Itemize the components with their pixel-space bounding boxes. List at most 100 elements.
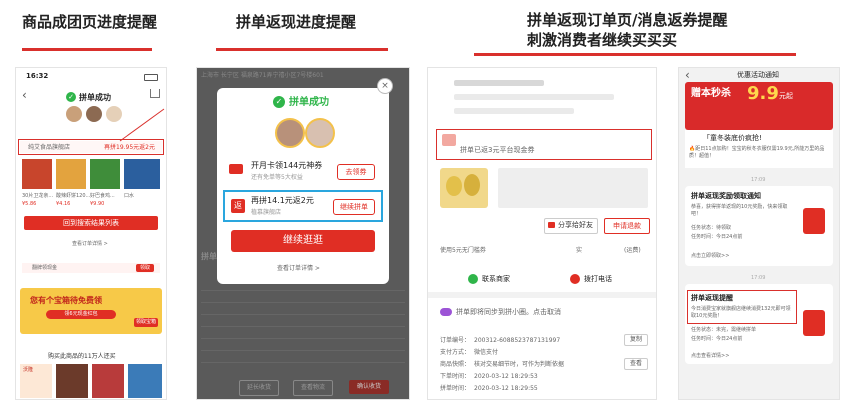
bottom-product-2[interactable] <box>56 364 88 398</box>
success-popup <box>217 88 389 284</box>
status-time: 16:32 <box>26 72 49 80</box>
caption-1: 商品成团页进度提醒 <box>22 13 158 31</box>
copy-button[interactable]: 复制 <box>624 334 648 346</box>
pear-2 <box>464 174 480 196</box>
value-pay: 微信支付 <box>474 349 499 356</box>
caption-3-line1: 拼单返现订单页/消息返券提醒 <box>527 11 728 29</box>
blurred-header-3 <box>454 108 574 114</box>
card1-link[interactable]: 点击立即领取>> <box>691 252 729 261</box>
card1-title: 开月卡领144元神券 <box>251 161 323 170</box>
popup-status: 拼单成功 <box>289 97 329 108</box>
label-order-no: 订单编号： <box>440 337 471 344</box>
card1-sub: 还有免单等5大权益 <box>251 174 303 181</box>
caption-3-rule <box>474 53 796 56</box>
label-order-time: 下单时间： <box>440 373 471 380</box>
product-image-1[interactable] <box>22 159 52 189</box>
bottom-product-3[interactable] <box>92 364 124 398</box>
address-text: 上海市 长宁区 福泉路71弄宁禧小区7号楼601 <box>201 72 324 79</box>
order-detail-link[interactable]: 查看订单详情 > <box>72 240 108 249</box>
also-bought-title: 购买此商品的11万人还买 <box>48 353 116 360</box>
label-pay: 支付方式： <box>440 349 471 356</box>
phone-order-page: 拼单已返3元平台现金券 分享给好友 申请退款 使用5元无门槛券 实 (运费) 联… <box>427 67 657 400</box>
close-icon[interactable]: × <box>377 78 393 94</box>
caption-3-line2: 刺激消费者继续买买买 <box>527 31 678 49</box>
value-order-time: 2020-03-12 18:29:53 <box>474 373 538 380</box>
treasure-banner-btn[interactable]: 领取宝箱 <box>134 318 158 327</box>
phone-icon <box>570 274 580 284</box>
value-snapshot: 核对交易细节时，可作为判断依据 <box>474 361 565 368</box>
promo-banner-num: 9.9 <box>747 83 779 104</box>
card1-title: 拼单返现奖励领取通知 <box>691 192 761 200</box>
product-price-2: ¥4.16 <box>56 201 71 207</box>
continue-browsing-button[interactable]: 继续逛逛 <box>231 230 375 252</box>
back-icon[interactable]: ‹ <box>22 88 27 102</box>
bottom-button-logistics[interactable]: 查看物流 <box>293 380 333 396</box>
view-button[interactable]: 查看 <box>624 358 648 370</box>
brand-tag: 沃隆 <box>23 367 34 373</box>
value-group-time: 2020-03-12 18:29:55 <box>474 385 538 392</box>
promo-text: 「童冬装底价疯抢! <box>703 134 762 142</box>
label-group-time: 拼单时间： <box>440 385 471 392</box>
card2-status: 任务状态：未完，需继续拼单 <box>691 327 757 333</box>
bottom-button-extend[interactable]: 延长收货 <box>239 380 279 396</box>
card1-reward: 任务时间：今日24点前 <box>691 234 743 240</box>
get-coupon-button[interactable]: 去领券 <box>337 164 375 180</box>
card1-body: 恭喜，获得拼单返现的10元奖励，快来领取吧！ <box>691 204 788 217</box>
product-image-2[interactable] <box>56 159 86 189</box>
product-image-4[interactable] <box>124 159 160 189</box>
caption-2: 拼单返现进度提醒 <box>236 13 357 31</box>
phone-rebate-popup: 上海市 长宁区 福泉路71弄宁禧小区7号楼601 拼单 延长收货 查看物流 确认… <box>196 67 410 400</box>
msg-time-2: 17:09 <box>751 275 766 281</box>
callout-line <box>119 108 165 142</box>
sync-notice[interactable]: 拼单即将同步到拼小圈。点击取消 <box>456 308 561 317</box>
wallet-icon <box>229 164 243 174</box>
freight-note: (运费) <box>624 247 641 254</box>
bg-list <box>201 290 405 370</box>
coupon-label: 翻牌领现金 <box>32 265 58 271</box>
share-label: 分享给好友 <box>558 221 593 229</box>
separator <box>428 292 656 298</box>
coupon-claim-button[interactable]: 领取 <box>136 264 154 272</box>
promo-sub: 🔥距日11点加购！宝宝的秋冬衣服仅需19.9元,所能万里的品质！超值！ <box>689 146 825 159</box>
caption-2-rule <box>216 48 388 51</box>
contact-seller[interactable]: 联系商家 <box>482 275 510 284</box>
blurred-header <box>454 80 544 86</box>
order-detail-link[interactable]: 查看订单详情 > <box>277 264 320 273</box>
product-price-1: ¥5.86 <box>22 201 37 207</box>
product-image-3[interactable] <box>90 159 120 189</box>
battery-icon <box>144 74 158 81</box>
share-icon[interactable] <box>150 89 160 98</box>
pxq-icon <box>440 308 452 316</box>
phone-message: ‹ 优惠活动通知 赠本秒杀 9.9 元起 「童冬装底价疯抢! 🔥距日11点加购！… <box>678 67 840 400</box>
card1-status: 任务状态：待领取 <box>691 225 732 231</box>
back-icon[interactable]: ‹ <box>685 68 690 82</box>
caption-1-rule <box>22 48 152 51</box>
card2-reward: 任务时间：今日24点前 <box>691 336 743 342</box>
rebate-highlight <box>223 190 383 222</box>
bottom-button-confirm[interactable]: 确认收货 <box>349 380 389 394</box>
freight-label: 实 <box>576 247 583 254</box>
rebate-highlight <box>436 129 652 160</box>
msg-time-1: 17:09 <box>751 177 766 183</box>
avatar-2 <box>305 118 335 148</box>
avatar-2 <box>86 106 102 122</box>
blurred-header-2 <box>454 94 614 100</box>
refund-button[interactable]: 申请退款 <box>604 218 650 234</box>
avatar-1 <box>275 118 305 148</box>
card2-link[interactable]: 点击查看详情>> <box>691 352 729 361</box>
avatar-1 <box>66 106 82 122</box>
red-envelope-icon-2 <box>803 310 825 336</box>
label-snapshot: 商品快照： <box>440 361 471 368</box>
treasure-banner-title: 您有个宝箱待免费领 <box>30 296 102 305</box>
share-icon <box>548 222 555 228</box>
promo-banner-sub: 元起 <box>779 92 793 100</box>
back-to-search-button[interactable]: 回到搜索结果列表 <box>24 216 158 230</box>
promo-banner-big: 赠本秒杀 <box>691 88 731 99</box>
card2-highlight <box>687 290 797 324</box>
bottom-product-4[interactable] <box>128 364 162 398</box>
value-order-no: 200312-6088523787131997 <box>474 337 561 344</box>
call-seller[interactable]: 拨打电话 <box>584 275 612 284</box>
chat-icon <box>468 274 478 284</box>
success-check-icon: ✓ <box>273 96 285 108</box>
product-price-3: ¥9.90 <box>90 201 105 207</box>
